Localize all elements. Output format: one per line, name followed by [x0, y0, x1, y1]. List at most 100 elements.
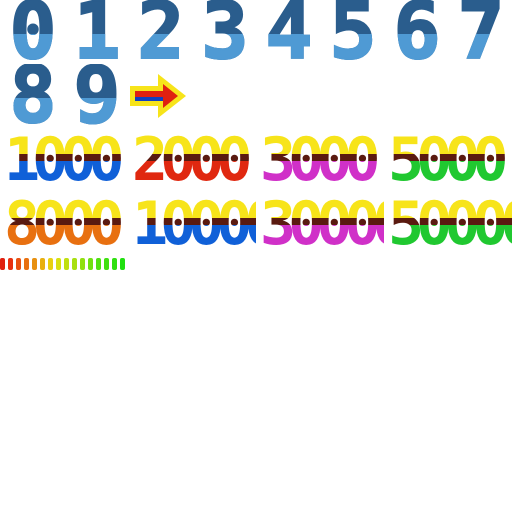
score-band-3: 30000 — [256, 225, 384, 256]
digit-sprite-4: 44 — [256, 0, 320, 64]
score-text: 3000 — [260, 161, 380, 192]
score-sprite-8000: 800080008000 — [0, 192, 128, 256]
score-band-2: 1000 — [0, 154, 128, 161]
score-sprite-3000: 300030003000 — [256, 128, 384, 192]
digit-glyph-shade: 2 — [128, 34, 192, 64]
score-text: 1000 — [4, 161, 124, 192]
gauge-segment — [112, 258, 117, 270]
gauge-segment — [88, 258, 93, 270]
score-text: 1000 — [4, 128, 124, 154]
digit-glyph-shade: 8 — [0, 98, 64, 128]
score-text: 3000 — [260, 128, 380, 154]
score-text: 30000 — [260, 225, 384, 256]
color-gauge-bar — [0, 256, 128, 272]
digit-glyph-shade: 7 — [448, 34, 512, 64]
right-arrow-icon — [130, 74, 186, 118]
gauge-segment — [56, 258, 61, 270]
score-sprite-30000: 300003000030000 — [256, 192, 384, 256]
score-sprite-10000: 100001000010000 — [128, 192, 256, 256]
score-band-3: 2000 — [128, 161, 256, 192]
score-text: 2000 — [132, 154, 252, 161]
digit-glyph-shade: 9 — [64, 98, 128, 128]
gauge-segment — [16, 258, 21, 270]
digit-sprite-2: 22 — [128, 0, 192, 64]
score-text: 8000 — [4, 218, 124, 225]
digit-glyph-shade: 6 — [384, 34, 448, 64]
score-band-3: 3000 — [256, 161, 384, 192]
score-band-2: 8000 — [0, 218, 128, 225]
gauge-segment — [96, 258, 101, 270]
score-band-2: 10000 — [128, 218, 256, 225]
gauge-segment — [0, 258, 5, 270]
score-band-2: 30000 — [256, 218, 384, 225]
digit-glyph-shade: 0 — [0, 34, 64, 64]
score-band-1: 8000 — [0, 192, 128, 218]
digit-sprite-1: 11 — [64, 0, 128, 64]
score-text: 2000 — [132, 161, 252, 192]
score-text: 10000 — [132, 192, 256, 218]
gauge-segment — [104, 258, 109, 270]
digit-sprite-9: 99 — [64, 64, 128, 128]
gauge-segment — [72, 258, 77, 270]
gauge-segment — [24, 258, 29, 270]
digit-sprite-5: 55 — [320, 0, 384, 64]
digit-shade: 1 — [64, 34, 128, 64]
digit-shade: 8 — [0, 98, 64, 128]
score-text: 50000 — [388, 192, 512, 218]
score-text: 5000 — [388, 161, 508, 192]
sprite-sheet: 00112233445566778899 1000100010002000200… — [0, 0, 512, 512]
digit-sprite-3: 33 — [192, 0, 256, 64]
digit-glyph-shade: 3 — [192, 34, 256, 64]
digit-shade: 2 — [128, 34, 192, 64]
score-sprite-50000: 500005000050000 — [384, 192, 512, 256]
score-band-2: 50000 — [384, 218, 512, 225]
digit-sprite-0: 00 — [0, 0, 64, 64]
score-text: 1000 — [4, 154, 124, 161]
score-text: 30000 — [260, 192, 384, 218]
score-band-3: 5000 — [384, 161, 512, 192]
digit-sprite-8: 88 — [0, 64, 64, 128]
gauge-segment — [8, 258, 13, 270]
gauge-segment — [48, 258, 53, 270]
gauge-segment — [120, 258, 125, 270]
gauge-segment — [40, 258, 45, 270]
score-band-1: 10000 — [128, 192, 256, 218]
score-text: 8000 — [4, 225, 124, 256]
score-sprite-5000: 500050005000 — [384, 128, 512, 192]
score-band-3: 10000 — [128, 225, 256, 256]
gauge-segment — [80, 258, 85, 270]
digit-sprite-7: 77 — [448, 0, 512, 64]
score-text: 3000 — [260, 154, 380, 161]
score-text: 50000 — [388, 218, 512, 225]
gauge-segment — [32, 258, 37, 270]
score-band-1: 1000 — [0, 128, 128, 154]
score-text: 5000 — [388, 128, 508, 154]
digit-shade: 7 — [448, 34, 512, 64]
digit-shade: 5 — [320, 34, 384, 64]
digit-shade: 4 — [256, 34, 320, 64]
score-sprite-1000: 100010001000 — [0, 128, 128, 192]
score-band-1: 30000 — [256, 192, 384, 218]
score-text: 5000 — [388, 154, 508, 161]
score-band-2: 5000 — [384, 154, 512, 161]
score-band-3: 1000 — [0, 161, 128, 192]
digit-shade: 6 — [384, 34, 448, 64]
digit-glyph-shade: 5 — [320, 34, 384, 64]
score-band-2: 2000 — [128, 154, 256, 161]
score-text: 8000 — [4, 192, 124, 218]
score-band-1: 3000 — [256, 128, 384, 154]
digit-glyph-shade: 4 — [256, 34, 320, 64]
digit-sprite-6: 66 — [384, 0, 448, 64]
score-text: 30000 — [260, 218, 384, 225]
digit-shade: 9 — [64, 98, 128, 128]
score-text: 10000 — [132, 218, 256, 225]
digit-shade: 3 — [192, 34, 256, 64]
score-band-3: 50000 — [384, 225, 512, 256]
gauge-segment — [64, 258, 69, 270]
score-text: 10000 — [132, 225, 256, 256]
digit-glyph-shade: 1 — [64, 34, 128, 64]
score-sprite-2000: 200020002000 — [128, 128, 256, 192]
score-band-3: 8000 — [0, 225, 128, 256]
score-text: 50000 — [388, 225, 512, 256]
score-text: 2000 — [132, 128, 252, 154]
